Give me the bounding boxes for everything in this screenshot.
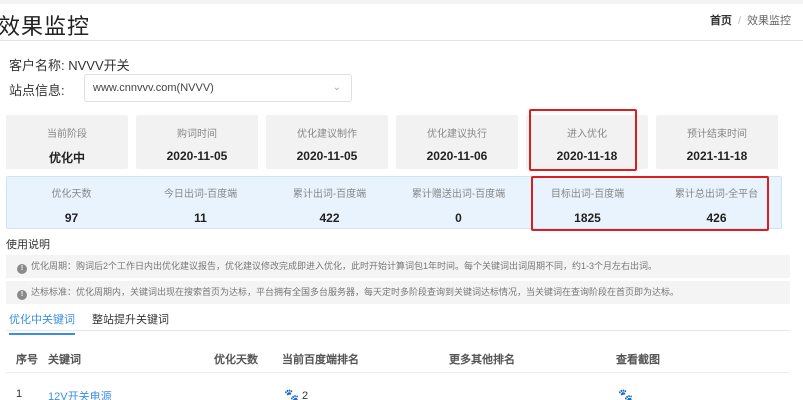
row-index: 1 (16, 388, 23, 400)
stage-label: 预计结束时间 (687, 129, 747, 140)
stage-label: 购词时间 (177, 129, 217, 140)
customer-row: 客户名称: NVVV开关 (9, 55, 130, 74)
metric-optimization-days: 优化天数 97 (7, 177, 136, 230)
metric-value: 422 (319, 211, 340, 225)
stage-label: 优化建议执行 (427, 129, 487, 140)
header-bar: 效果监控 首页 / 效果监控 (0, 0, 803, 41)
usage-note: ! 优化周期：购词后2个工作日内出优化建议报告，优化建议修改完成即进入优化，此时开… (6, 255, 790, 278)
metric-value: 97 (64, 211, 79, 225)
keyword-tabs: 优化中关键词 整站提升关键词 (6, 305, 790, 335)
breadcrumb: 首页 / 效果监控 (710, 12, 791, 28)
usage-note-text: 优化周期：购词后2个工作日内出优化建议报告，优化建议修改完成即进入优化，此时开始… (31, 261, 658, 271)
baidu-rank-cell: 🐾 2 (284, 388, 308, 400)
stage-card-expected-end: 预计结束时间 2021-11-18 (656, 115, 778, 169)
site-select-value: www.cnnvvv.com(NVVV) (93, 82, 214, 94)
stage-value: 2020-11-05 (296, 149, 358, 163)
highlight-box-metrics (531, 176, 769, 231)
keyword-link[interactable]: 12V开关电源 (48, 388, 112, 400)
chevron-down-icon: ⌄ (332, 82, 341, 93)
breadcrumb-current: 效果监控 (747, 15, 791, 27)
metric-label: 今日出词-百度端 (163, 189, 238, 200)
baidu-paw-icon: 🐾 (284, 388, 299, 400)
usage-title: 使用说明 (6, 239, 50, 251)
column-header-keyword: 关键词 (48, 354, 81, 366)
metric-label: 累计赠送出词-百度端 (411, 189, 506, 200)
metric-value: 11 (194, 211, 207, 225)
stage-card-suggestion-made: 优化建议制作 2020-11-05 (266, 115, 388, 169)
stage-value: 优化中 (48, 151, 85, 165)
stage-cards: 当前阶段 优化中 购词时间 2020-11-05 优化建议制作 2020-11-… (6, 115, 790, 169)
customer-name: NVVV开关 (68, 58, 130, 73)
stage-value: 2021-11-18 (686, 149, 748, 163)
stage-label: 当前阶段 (47, 129, 87, 140)
stage-card-purchase: 购词时间 2020-11-05 (136, 115, 258, 169)
stage-label: 优化建议制作 (297, 129, 357, 140)
baidu-paw-icon: 🐾 (618, 388, 633, 400)
metric-label: 优化天数 (51, 189, 92, 200)
baidu-rank-value: 2 (302, 390, 309, 400)
tab-optimizing-keywords[interactable]: 优化中关键词 (9, 311, 75, 335)
table-row: 1 12V开关电源 🐾 2 🐾 (6, 382, 790, 400)
highlight-box-stage (529, 109, 637, 171)
metric-total-words: 累计出词-百度端 422 (265, 177, 394, 230)
stage-value: 2020-11-06 (426, 149, 488, 163)
view-screenshot-button[interactable]: 🐾 (618, 388, 633, 400)
breadcrumb-home-link[interactable]: 首页 (710, 15, 732, 27)
column-header-index: 序号 (16, 354, 38, 366)
stage-card-suggestion-executed: 优化建议执行 2020-11-06 (396, 115, 518, 169)
tab-site-keywords[interactable]: 整站提升关键词 (92, 311, 169, 333)
info-icon: ! (17, 290, 27, 300)
site-select[interactable]: www.cnnvvv.com(NVVV) ⌄ (84, 74, 352, 102)
column-header-days: 优化天数 (214, 354, 258, 366)
stage-value: 2020-11-05 (166, 149, 228, 163)
customer-label: 客户名称: (9, 58, 65, 73)
metric-value: 0 (455, 211, 462, 225)
page-title: 效果监控 (0, 14, 91, 39)
table-header: 序号 关键词 优化天数 当前百度端排名 更多其他排名 查看截图 (6, 343, 790, 373)
info-icon: ! (17, 264, 27, 274)
metric-today-words: 今日出词-百度端 11 (136, 177, 265, 230)
usage-note: ! 达标标准：优化周期内，关键词出现在搜索首页为达标，平台拥有全国多台服务器，每天… (6, 281, 790, 304)
column-header-screenshot: 查看截图 (616, 354, 660, 366)
column-header-baidu-rank: 当前百度端排名 (282, 354, 359, 366)
column-header-other-rank: 更多其他排名 (449, 354, 515, 366)
stage-card-current: 当前阶段 优化中 (6, 115, 128, 169)
metric-label: 累计出词-百度端 (292, 189, 367, 200)
breadcrumb-separator: / (737, 15, 741, 27)
site-label: 站点信息: (9, 83, 65, 98)
site-row: 站点信息: www.cnnvvv.com(NVVV) ⌄ (9, 74, 352, 102)
usage-note-text: 达标标准：优化周期内，关键词出现在搜索首页为达标，平台拥有全国多台服务器，每天定… (31, 287, 680, 297)
metric-bonus-words: 累计赠送出词-百度端 0 (394, 177, 523, 230)
